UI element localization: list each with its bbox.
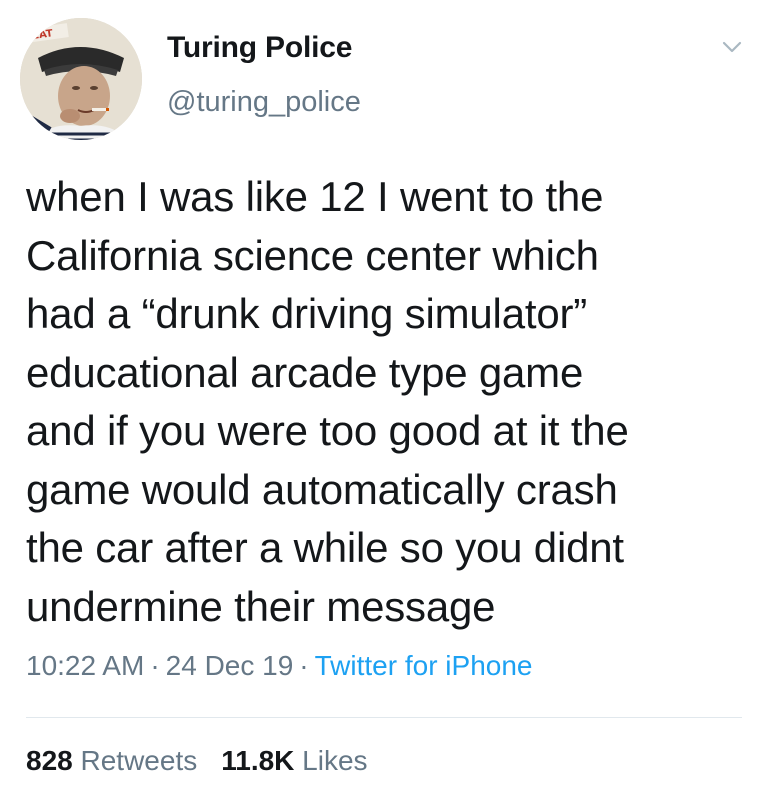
tweet-date[interactable]: 24 Dec 19	[166, 650, 294, 681]
chevron-down-icon[interactable]	[717, 32, 747, 62]
tweet-source-link[interactable]: Twitter for iPhone	[315, 650, 533, 681]
tweet-text: when I was like 12 I went to the Califor…	[26, 173, 629, 630]
likes-label: Likes	[302, 745, 368, 776]
likes-stat[interactable]: 11.8K Likes	[221, 745, 367, 776]
tweet-meta: 10:22 AM · 24 Dec 19 · Twitter for iPhone	[26, 650, 532, 682]
retweets-stat[interactable]: 828 Retweets	[26, 745, 197, 776]
meta-separator: ·	[299, 650, 309, 681]
tweet-time[interactable]: 10:22 AM	[26, 650, 144, 681]
retweets-label: Retweets	[80, 745, 198, 776]
retweets-count: 828	[26, 745, 73, 776]
author-handle[interactable]: @turing_police	[167, 86, 361, 119]
avatar[interactable]: EAT	[20, 18, 142, 140]
author-display-name[interactable]: Turing Police	[167, 31, 352, 65]
divider	[26, 717, 742, 718]
tweet-stats: 828 Retweets 11.8K Likes	[26, 745, 368, 777]
avatar-photo: EAT	[20, 18, 142, 140]
meta-separator: ·	[150, 650, 160, 681]
likes-count: 11.8K	[221, 745, 295, 776]
tweet-card: EAT Turing Police @turing_police when I …	[0, 0, 767, 800]
